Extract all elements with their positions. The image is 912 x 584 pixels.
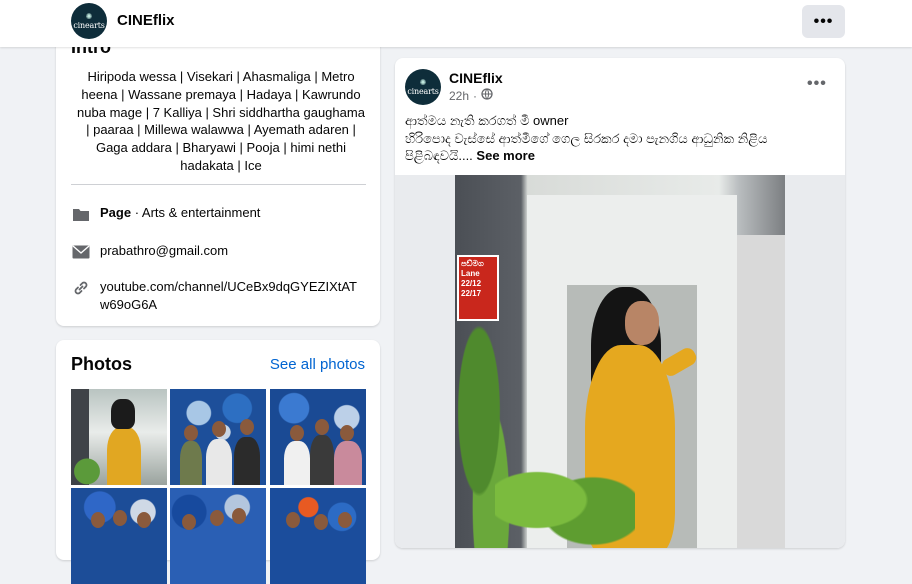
photo-thumbnail[interactable] — [71, 389, 167, 485]
logo-text: cinearts — [73, 20, 105, 30]
post-author-avatar[interactable]: ✺ cinearts — [405, 69, 441, 105]
email-row: prabathro@gmail.com — [71, 242, 371, 261]
more-horizontal-icon: ••• — [807, 75, 827, 92]
more-options-button[interactable]: ••• — [802, 5, 845, 38]
post-timestamp[interactable]: 22h — [449, 89, 469, 103]
photos-title: Photos — [71, 354, 132, 374]
intro-divider — [71, 184, 366, 185]
top-bar: ✺ cinearts CINEflix ••• — [0, 0, 912, 47]
street-sign: පඩ්මග Lane 22/12 22/17 — [457, 255, 499, 321]
category-value: · Arts & entertainment — [131, 205, 261, 220]
logo-mark-icon: ✺ — [85, 11, 93, 21]
intro-card: Intro Hiripoda wessa | Visekari | Ahasma… — [56, 20, 380, 326]
link-icon — [71, 278, 90, 297]
email-link[interactable]: prabathro@gmail.com — [100, 242, 228, 260]
post-author-name[interactable]: CINEflix — [449, 70, 503, 86]
street-sign-text: පඩ්මග Lane 22/12 22/17 — [461, 259, 484, 298]
category-row: Page · Arts & entertainment — [71, 204, 371, 223]
post-more-options-button[interactable]: ••• — [807, 75, 827, 93]
post-image[interactable]: පඩ්මග Lane 22/12 22/17 — [455, 175, 785, 548]
logo-mark-icon: ✺ — [419, 77, 427, 87]
website-row: youtube.com/channel/UCeBx9dqGYEZIXtATw69… — [71, 278, 371, 313]
post-meta: 22h · — [449, 88, 493, 103]
post-text-line1: ආත්මය නැති කරගත් මී owner — [405, 113, 569, 128]
see-more-link[interactable]: See more — [476, 148, 535, 163]
more-horizontal-icon: ••• — [813, 12, 834, 30]
page-logo[interactable]: ✺ cinearts — [71, 3, 107, 39]
page-name[interactable]: CINEflix — [117, 12, 175, 29]
post-card: ✺ cinearts CINEflix 22h · ••• ආත්මය නැති… — [395, 58, 845, 548]
post-text-line2: හිරිපොද වැස්සේ ආත්මීගේ ගෙල සිරකර දමා පැන… — [405, 130, 768, 164]
page-icon — [71, 204, 90, 223]
globe-icon — [481, 88, 493, 103]
photo-thumbnail[interactable] — [170, 488, 266, 584]
photo-thumbnail[interactable] — [270, 488, 366, 584]
intro-bio: Hiripoda wessa | Visekari | Ahasmaliga |… — [77, 69, 365, 173]
category-label: Page — [100, 205, 132, 220]
see-all-photos-link[interactable]: See all photos — [270, 356, 365, 373]
website-link[interactable]: youtube.com/channel/UCeBx9dqGYEZIXtATw69… — [100, 278, 362, 313]
photo-thumbnail[interactable] — [71, 488, 167, 584]
photo-thumbnail[interactable] — [270, 389, 366, 485]
photos-card: Photos See all photos — [56, 340, 380, 584]
post-text: ආත්මය නැති කරගත් මී owner හිරිපොද වැස්සේ… — [405, 112, 825, 165]
photo-thumbnail[interactable] — [170, 389, 266, 485]
avatar-logo-text: cinearts — [407, 86, 439, 96]
mail-icon — [71, 242, 90, 261]
